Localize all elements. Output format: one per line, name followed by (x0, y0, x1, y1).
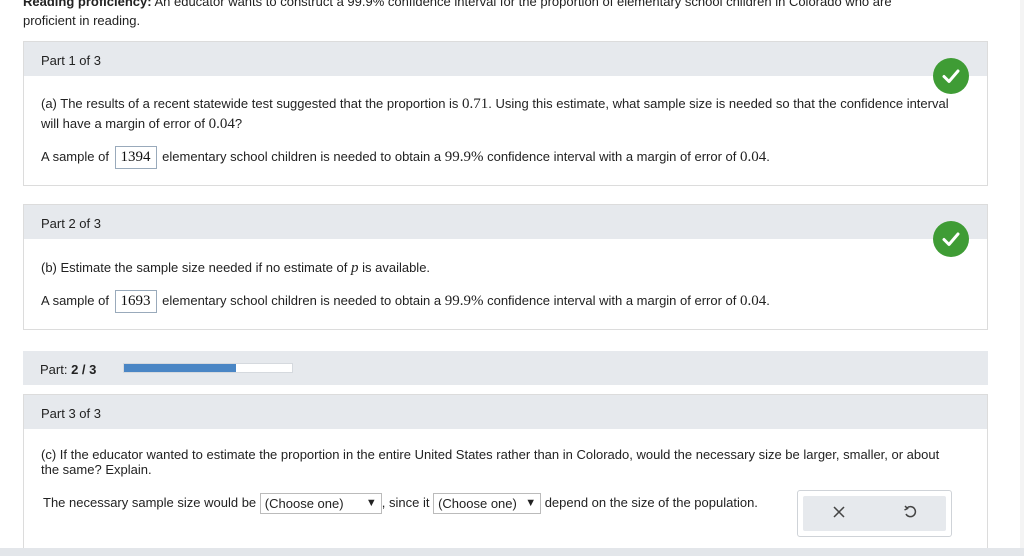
chevron-down-icon: ▼ (365, 497, 377, 509)
answer-actions-inner (803, 496, 946, 531)
depend-select[interactable]: (Choose one) ▼ (433, 493, 542, 514)
part2-question: (b) Estimate the sample size needed if n… (41, 258, 970, 278)
undo-icon (904, 505, 917, 518)
part2-variable: p (351, 260, 359, 276)
part3-sentence-c: depend on the size of the population. (541, 494, 758, 510)
part3-header: Part 3 of 3 (24, 395, 987, 429)
part1-proportion: 0.71 (462, 96, 489, 112)
undo-button[interactable] (890, 505, 930, 522)
part3-sentence-a: The necessary sample size would be (43, 494, 260, 510)
part1-answer-field[interactable]: 1394 (114, 146, 157, 169)
part2-answer-mid: elementary school children is needed to … (158, 292, 445, 308)
part2-answer-line: A sample of 1693 elementary school child… (41, 290, 970, 313)
scrollbar[interactable] (1020, 0, 1024, 556)
part2-answer-prefix: A sample of (41, 292, 113, 308)
bottom-strip (0, 548, 1024, 556)
part1-answer-end: . (766, 148, 770, 164)
part1-header-label: Part 1 of 3 (41, 53, 101, 68)
intro-title: Reading proficiency: (23, 0, 152, 9)
chevron-down-icon: ▼ (525, 497, 537, 509)
clear-button[interactable] (819, 506, 859, 521)
part1-answer-mid2: confidence interval with a margin of err… (483, 148, 740, 164)
depend-select-value: (Choose one) (438, 496, 517, 511)
part1-question-text: (a) The results of a recent statewide te… (41, 96, 463, 111)
part2-card: Part 2 of 3 (b) Estimate the sample size… (23, 204, 988, 330)
part1-answer-mid: elementary school children is needed to … (158, 148, 445, 164)
intro-text: Reading proficiency: An educator wants t… (23, 0, 1003, 30)
part2-answer-margin: 0.04 (740, 292, 767, 309)
part1-answer-line: A sample of 1394 elementary school child… (41, 146, 970, 169)
part1-margin: 0.04 (208, 116, 235, 132)
part3-sentence-b: , since it (381, 494, 434, 510)
part1-answer-margin: 0.04 (740, 148, 767, 165)
answer-actions (797, 490, 952, 537)
part1-body: (a) The results of a recent statewide te… (24, 94, 987, 169)
progress-label-text: Part: (40, 362, 72, 377)
progress-fill (124, 364, 237, 372)
part3-question: (c) If the educator wanted to estimate t… (41, 447, 940, 477)
part2-answer-end: . (766, 292, 770, 308)
part1-header: Part 1 of 3 (24, 42, 987, 76)
intro-body: An educator wants to construct a 99.9% c… (151, 0, 892, 9)
part1-answer-prefix: A sample of (41, 148, 113, 164)
part2-answer-mid2: confidence interval with a margin of err… (483, 292, 740, 308)
intro-continuation: proficient in reading. (23, 13, 141, 28)
part2-answer-field[interactable]: 1693 (114, 290, 157, 313)
size-select[interactable]: (Choose one) ▼ (259, 493, 382, 514)
progress-section: Part: 2 / 3 (23, 351, 988, 385)
part1-confidence: 99.9% (444, 148, 484, 165)
part1-question-end: ? (234, 116, 243, 131)
part1-card: Part 1 of 3 (a) The results of a recent … (23, 41, 988, 186)
close-icon (833, 506, 845, 518)
part2-question-end: is available. (358, 260, 431, 275)
part3-header-label: Part 3 of 3 (41, 406, 101, 421)
part2-header-label: Part 2 of 3 (41, 216, 101, 231)
part1-question: (a) The results of a recent statewide te… (41, 94, 970, 134)
check-icon (933, 221, 969, 257)
part2-header: Part 2 of 3 (24, 205, 987, 239)
part2-body: (b) Estimate the sample size needed if n… (24, 258, 987, 313)
check-icon (933, 58, 969, 94)
part2-question-text: (b) Estimate the sample size needed if n… (41, 260, 351, 275)
progress-label: Part: 2 / 3 (40, 362, 96, 377)
progress-track (123, 363, 293, 373)
progress-value: 2 / 3 (71, 362, 97, 377)
part2-confidence: 99.9% (444, 292, 484, 309)
size-select-value: (Choose one) (264, 496, 344, 511)
